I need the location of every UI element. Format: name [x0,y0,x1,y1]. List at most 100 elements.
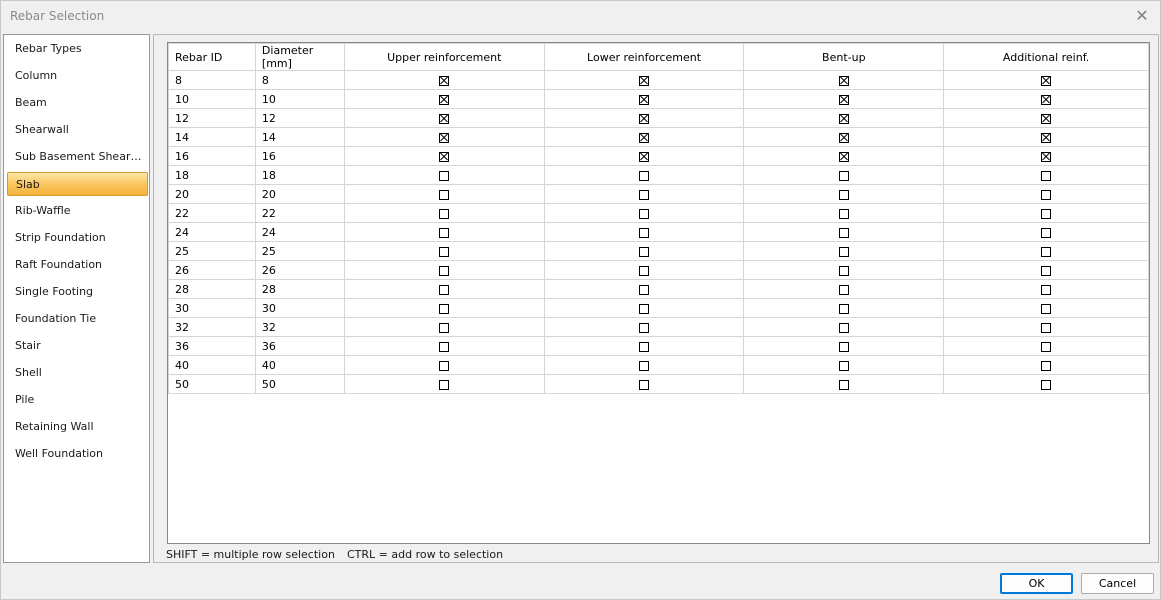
lower-reinforcement-checkbox[interactable] [639,227,650,238]
diameter-cell[interactable]: 22 [254,203,345,223]
lower-reinforcement-checkbox[interactable] [639,94,650,105]
diameter-cell[interactable]: 25 [254,241,345,261]
upper-reinforcement-checkbox[interactable] [439,284,450,295]
rebar-id-cell[interactable]: 16 [168,146,256,166]
lower-reinforcement-checkbox[interactable] [639,322,650,333]
diameter-cell[interactable]: 28 [254,279,345,299]
lower-reinforcement-checkbox[interactable] [639,360,650,371]
table-row[interactable]: 50 50 [168,374,1149,394]
bent-up-checkbox[interactable] [838,246,849,257]
upper-reinforcement-checkbox[interactable] [439,246,450,257]
lower-reinforcement-checkbox[interactable] [639,246,650,257]
table-row[interactable]: 18 18 [168,165,1149,185]
lower-reinforcement-checkbox[interactable] [639,341,650,352]
additional-reinf-checkbox[interactable] [1041,94,1052,105]
bent-up-checkbox[interactable] [838,151,849,162]
bent-up-checkbox[interactable] [838,113,849,124]
diameter-cell[interactable]: 12 [254,108,345,128]
diameter-cell[interactable]: 8 [254,70,345,90]
rebar-id-cell[interactable]: 20 [168,184,256,204]
upper-reinforcement-checkbox[interactable] [439,360,450,371]
diameter-cell[interactable]: 40 [254,355,345,375]
column-header-upper-reinforcement[interactable]: Upper reinforcement [343,43,545,71]
rebar-id-cell[interactable]: 22 [168,203,256,223]
column-header-lower-reinforcement[interactable]: Lower reinforcement [543,43,745,71]
table-row[interactable]: 26 26 [168,260,1149,280]
diameter-cell[interactable]: 50 [254,374,345,394]
rebar-id-cell[interactable]: 50 [168,374,256,394]
sidebar-item-column[interactable]: Column [7,64,148,88]
bent-up-checkbox[interactable] [838,379,849,390]
additional-reinf-checkbox[interactable] [1041,227,1052,238]
lower-reinforcement-checkbox[interactable] [639,151,650,162]
bent-up-checkbox[interactable] [838,227,849,238]
sidebar-item-shell[interactable]: Shell [7,361,148,385]
table-row[interactable]: 10 10 [168,89,1149,109]
lower-reinforcement-checkbox[interactable] [639,208,650,219]
bent-up-checkbox[interactable] [838,75,849,86]
additional-reinf-checkbox[interactable] [1041,265,1052,276]
bent-up-checkbox[interactable] [838,265,849,276]
table-row[interactable]: 88 [168,70,1149,90]
diameter-cell[interactable]: 14 [254,127,345,147]
rebar-id-cell[interactable]: 10 [168,89,256,109]
upper-reinforcement-checkbox[interactable] [439,132,450,143]
sidebar-item-raft-foundation[interactable]: Raft Foundation [7,253,148,277]
rebar-id-cell[interactable]: 30 [168,298,256,318]
upper-reinforcement-checkbox[interactable] [439,341,450,352]
upper-reinforcement-checkbox[interactable] [439,94,450,105]
sidebar-item-retaining-wall[interactable]: Retaining Wall [7,415,148,439]
upper-reinforcement-checkbox[interactable] [439,379,450,390]
additional-reinf-checkbox[interactable] [1041,113,1052,124]
table-row[interactable]: 20 20 [168,184,1149,204]
bent-up-checkbox[interactable] [838,132,849,143]
lower-reinforcement-checkbox[interactable] [639,284,650,295]
diameter-cell[interactable]: 30 [254,298,345,318]
column-header-diameter[interactable]: Diameter [mm] [254,43,345,71]
upper-reinforcement-checkbox[interactable] [439,227,450,238]
additional-reinf-checkbox[interactable] [1041,208,1052,219]
rebar-id-cell[interactable]: 40 [168,355,256,375]
additional-reinf-checkbox[interactable] [1041,322,1052,333]
column-header-rebar-id[interactable]: Rebar ID [168,43,256,71]
additional-reinf-checkbox[interactable] [1041,132,1052,143]
upper-reinforcement-checkbox[interactable] [439,322,450,333]
rebar-id-cell[interactable]: 12 [168,108,256,128]
upper-reinforcement-checkbox[interactable] [439,265,450,276]
lower-reinforcement-checkbox[interactable] [639,265,650,276]
upper-reinforcement-checkbox[interactable] [439,208,450,219]
additional-reinf-checkbox[interactable] [1041,284,1052,295]
sidebar-item-rebar-types[interactable]: Rebar Types [7,37,148,61]
upper-reinforcement-checkbox[interactable] [439,75,450,86]
table-row[interactable]: 36 36 [168,336,1149,356]
lower-reinforcement-checkbox[interactable] [639,170,650,181]
lower-reinforcement-checkbox[interactable] [639,189,650,200]
table-row[interactable]: 40 40 [168,355,1149,375]
upper-reinforcement-checkbox[interactable] [439,189,450,200]
sidebar-item-beam[interactable]: Beam [7,91,148,115]
bent-up-checkbox[interactable] [838,189,849,200]
additional-reinf-checkbox[interactable] [1041,189,1052,200]
table-row[interactable]: 22 22 [168,203,1149,223]
table-row[interactable]: 24 24 [168,222,1149,242]
close-icon[interactable]: ✕ [1132,6,1152,26]
sidebar-item-slab[interactable]: Slab [7,172,148,196]
sidebar-item-well-foundation[interactable]: Well Foundation [7,442,148,466]
bent-up-checkbox[interactable] [838,303,849,314]
lower-reinforcement-checkbox[interactable] [639,303,650,314]
sidebar-item-rib-waffle[interactable]: Rib-Waffle [7,199,148,223]
table-row[interactable]: 30 30 [168,298,1149,318]
diameter-cell[interactable]: 10 [254,89,345,109]
bent-up-checkbox[interactable] [838,170,849,181]
sidebar-item-stair[interactable]: Stair [7,334,148,358]
additional-reinf-checkbox[interactable] [1041,341,1052,352]
lower-reinforcement-checkbox[interactable] [639,132,650,143]
sidebar-item-shearwall[interactable]: Shearwall [7,118,148,142]
additional-reinf-checkbox[interactable] [1041,360,1052,371]
rebar-id-cell[interactable]: 36 [168,336,256,356]
bent-up-checkbox[interactable] [838,322,849,333]
upper-reinforcement-checkbox[interactable] [439,113,450,124]
upper-reinforcement-checkbox[interactable] [439,170,450,181]
lower-reinforcement-checkbox[interactable] [639,379,650,390]
diameter-cell[interactable]: 24 [254,222,345,242]
